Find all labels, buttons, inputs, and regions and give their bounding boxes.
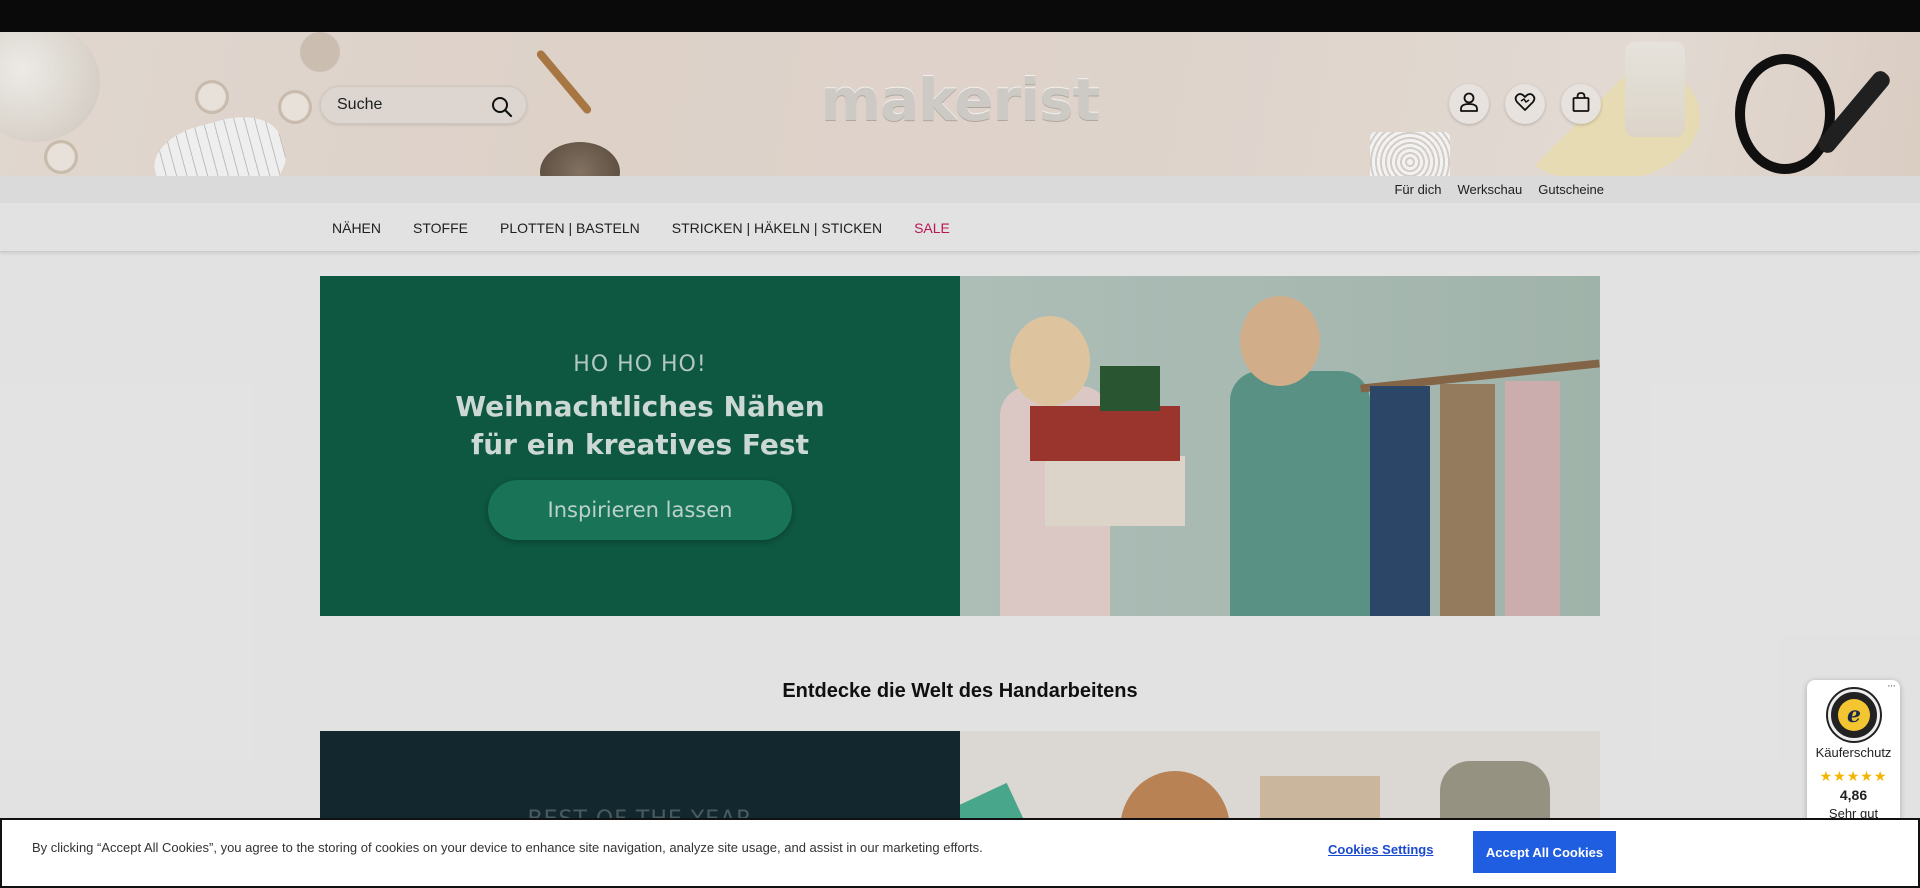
cookies-settings-button[interactable]: Cookies Settings: [1328, 842, 1433, 857]
ribbon-roll-decoration: [540, 142, 620, 176]
nav-menu: NÄHEN STOFFE PLOTTEN | BASTELN STRICKEN …: [332, 203, 950, 252]
hero-title-line2: für ein kreatives Fest: [471, 428, 809, 461]
trusted-shops-e-icon: e: [1838, 699, 1870, 731]
trusted-shops-badge[interactable]: ··· e Käuferschutz ★★★★★ 4,86 Sehr gut: [1807, 680, 1900, 834]
accept-all-cookies-button[interactable]: Accept All Cookies: [1473, 831, 1616, 873]
hero-text-panel: HO HO HO! Weihnachtliches Nähen für ein …: [320, 276, 960, 616]
spool-decoration: [1625, 42, 1685, 137]
account-button[interactable]: [1449, 84, 1489, 124]
nav-item-sale[interactable]: SALE: [914, 220, 950, 236]
scissors-decoration: [1735, 54, 1835, 174]
cart-button[interactable]: [1561, 84, 1601, 124]
image-fabric: [1370, 386, 1430, 616]
cookie-banner: By clicking “Accept All Cookies”, you ag…: [0, 818, 1920, 888]
wishlist-button[interactable]: [1505, 84, 1545, 124]
image-fabric: [1505, 381, 1560, 616]
service-link-gutscheine[interactable]: Gutscheine: [1538, 182, 1604, 197]
service-bar: Für dich Werkschau Gutscheine: [0, 176, 1920, 203]
service-links: Für dich Werkschau Gutscheine: [1394, 176, 1604, 203]
image-gift: [1045, 456, 1185, 526]
account-icon: [1457, 90, 1481, 119]
inspire-button[interactable]: Inspirieren lassen: [488, 480, 792, 540]
trust-label: Käuferschutz: [1815, 745, 1892, 760]
button-decoration: [195, 80, 229, 114]
search-input[interactable]: [337, 87, 487, 123]
section-title: Entdecke die Welt des Handarbeitens: [782, 680, 1138, 702]
image-boy: [1230, 371, 1370, 616]
rating-score: 4,86: [1839, 787, 1868, 803]
cart-bag-icon: [1569, 90, 1593, 119]
yarn-decoration: [300, 32, 340, 72]
trusted-shops-seal-icon: e: [1828, 689, 1880, 741]
cookie-text: By clicking “Accept All Cookies”, you ag…: [32, 840, 983, 855]
yarn-ball-decoration: [0, 32, 100, 142]
wishlist-heart-icon: [1513, 90, 1537, 119]
rating-stars: ★★★★★: [1819, 768, 1888, 784]
image-fabric: [1440, 384, 1495, 616]
service-link-fuer-dich[interactable]: Für dich: [1394, 182, 1441, 197]
hero-title: Weihnachtliches Nähen für ein kreatives …: [320, 388, 960, 464]
service-link-werkschau[interactable]: Werkschau: [1457, 182, 1522, 197]
image-gift: [1030, 406, 1180, 461]
nav-item-naehen[interactable]: NÄHEN: [332, 220, 381, 236]
button-decoration: [44, 140, 78, 174]
main-navigation: NÄHEN STOFFE PLOTTEN | BASTELN STRICKEN …: [0, 203, 1920, 252]
more-options-icon[interactable]: ···: [1887, 680, 1896, 692]
makerist-logo[interactable]: makerist: [820, 64, 1101, 136]
lace-decoration: [1370, 132, 1450, 176]
top-black-bar: [0, 0, 1920, 32]
search-box[interactable]: [320, 86, 527, 124]
image-girl-head: [1010, 316, 1090, 406]
hero-image-children-gifts[interactable]: [960, 276, 1600, 616]
button-decoration: [278, 90, 312, 124]
nav-item-stoffe[interactable]: STOFFE: [413, 220, 468, 236]
nav-item-stricken-haekeln-sticken[interactable]: STRICKEN | HÄKELN | STICKEN: [672, 220, 882, 236]
search-icon[interactable]: [490, 95, 514, 119]
hero-title-line1: Weihnachtliches Nähen: [455, 390, 825, 423]
hero-banner[interactable]: HO HO HO! Weihnachtliches Nähen für ein …: [320, 276, 1600, 616]
hero-kicker: HO HO HO!: [573, 352, 707, 377]
wooden-stick-decoration: [535, 48, 593, 116]
nav-item-plotten-basteln[interactable]: PLOTTEN | BASTELN: [500, 220, 640, 236]
image-gift: [1100, 366, 1160, 411]
image-boy-head: [1240, 296, 1320, 386]
measuring-tape-decoration: [146, 106, 294, 176]
